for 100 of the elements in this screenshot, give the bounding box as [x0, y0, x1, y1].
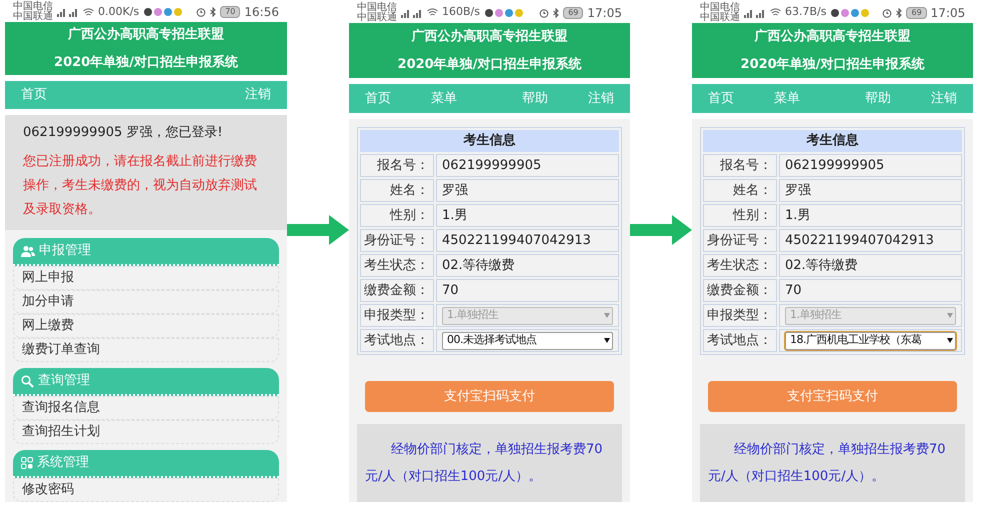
carrier-name: 中国联通 [357, 12, 397, 23]
search-icon [21, 374, 34, 388]
network-speed: 63.7B/s [785, 4, 826, 20]
login-status: 062199999905 罗强，您已登录! [23, 124, 224, 142]
caret-icon [947, 313, 953, 318]
menu-item[interactable]: 网上缴费 [13, 314, 279, 338]
nav-link[interactable]: 首页 [708, 88, 734, 108]
field-label: 考生状态： [360, 254, 434, 277]
signal-icon [744, 8, 766, 18]
alarm-icon [882, 8, 892, 18]
carrier-name: 中国电信 [700, 2, 740, 13]
header-title: 广西公办高职高专招生联盟 [412, 28, 568, 46]
menu-item[interactable]: 缴费订单查询 [13, 338, 279, 362]
nav-link[interactable]: 首页 [21, 84, 47, 104]
right-arrow-icon [630, 215, 692, 245]
header-subtitle: 2020年单独/对口招生申报系统 [398, 56, 582, 74]
carrier-name: 中国联通 [13, 12, 53, 22]
menu-group-header[interactable]: 查询管理 [13, 368, 279, 396]
field-label: 性别： [360, 204, 434, 227]
field-label: 姓名： [360, 179, 434, 202]
table-title: 考生信息 [703, 130, 962, 152]
field-value: 02.等待缴费 [436, 254, 619, 277]
battery-level: 70 [220, 6, 240, 18]
signal-icon [57, 7, 79, 18]
field-value: 罗强 [436, 179, 619, 202]
clock-time: 17:05 [930, 4, 966, 22]
clock-time: 16:56 [244, 4, 279, 22]
header-subtitle: 2020年单独/对口招生申报系统 [54, 54, 238, 72]
menu-group-header[interactable]: 系统管理 [13, 450, 279, 478]
nav-link[interactable]: 帮助 [865, 88, 891, 108]
nav-link[interactable]: 菜单 [774, 88, 800, 108]
nav-link[interactable]: 菜单 [431, 88, 457, 108]
menu-item[interactable]: 修改密码 [13, 478, 279, 502]
field-label: 申报类型： [360, 304, 434, 327]
dropdown-select[interactable]: 00.未选择考试地点 [442, 332, 613, 350]
network-speed: 160B/s [442, 4, 480, 20]
alipay-pay-button[interactable]: 支付宝扫码支付 [365, 381, 614, 412]
field-label: 姓名： [703, 179, 777, 202]
signal-icon [401, 8, 423, 18]
field-label: 申报类型： [703, 304, 777, 327]
field-label: 考试地点： [703, 329, 777, 352]
fee-note: 经物价部门核定，单独招生报考费70元/人（对口招生100元/人）。 [700, 424, 965, 502]
table-title: 考生信息 [360, 130, 619, 152]
menu-group-title: 系统管理 [37, 454, 89, 472]
field-value: 450221199407042913 [436, 229, 619, 252]
menu-item[interactable]: 加分申请 [13, 290, 279, 314]
field-label: 身份证号： [703, 229, 777, 252]
fee-note: 经物价部门核定，单独招生报考费70元/人（对口招生100元/人）。 [357, 424, 622, 502]
menu-group-header[interactable]: 申报管理 [13, 238, 279, 266]
field-value: 450221199407042913 [779, 229, 962, 252]
dropdown-select[interactable]: 18.广西机电工业学校（东葛 [785, 332, 956, 350]
battery-level: 69 [563, 6, 584, 19]
field-label: 缴费金额： [703, 279, 777, 302]
field-value: 70 [436, 279, 619, 302]
header-subtitle: 2020年单独/对口招生申报系统 [740, 56, 924, 74]
right-arrow-icon [287, 215, 349, 245]
wifi-icon [770, 8, 781, 18]
field-value: 罗强 [779, 179, 962, 202]
carrier-name: 中国电信 [357, 2, 397, 13]
field-value: 062199999905 [779, 154, 962, 177]
nav-link[interactable]: 注销 [588, 88, 614, 108]
caret-icon [604, 338, 610, 343]
wifi-icon [83, 8, 94, 17]
payment-notice: 您已注册成功，请在报名截止前进行缴费操作，考生未缴费的，视为自动放弃测试及录取资格。 [23, 153, 258, 219]
menu-group-title: 查询管理 [38, 372, 90, 390]
field-label: 考生状态： [703, 254, 777, 277]
alipay-pay-button[interactable]: 支付宝扫码支付 [708, 381, 957, 412]
field-label: 缴费金额： [360, 279, 434, 302]
field-label: 报名号： [703, 154, 777, 177]
field-label: 身份证号： [360, 229, 434, 252]
field-label: 考试地点： [360, 329, 434, 352]
field-value: 02.等待缴费 [779, 254, 962, 277]
nav-link[interactable]: 帮助 [522, 88, 548, 108]
menu-item[interactable]: 网上申报 [13, 266, 279, 290]
field-label: 性别： [703, 204, 777, 227]
field-value: 062199999905 [436, 154, 619, 177]
nav-link[interactable]: 首页 [365, 88, 391, 108]
clock-time: 17:05 [587, 4, 622, 22]
header-title: 广西公办高职高专招生联盟 [754, 28, 910, 46]
menu-item[interactable]: 查询招生计划 [13, 420, 279, 444]
nav-link[interactable]: 注销 [931, 88, 957, 108]
field-value: 70 [779, 279, 962, 302]
network-speed: 0.00K/s [98, 4, 140, 20]
battery-level: 69 [906, 6, 927, 19]
menu-item[interactable]: 查询报名信息 [13, 396, 279, 420]
bluetooth-icon [210, 7, 216, 18]
menu-group-title: 申报管理 [39, 242, 91, 260]
grid-icon [21, 457, 33, 469]
caret-icon [604, 313, 610, 318]
alarm-icon [196, 7, 206, 18]
users-icon [21, 245, 35, 257]
field-value: 1.男 [779, 204, 962, 227]
field-value: 1.男 [436, 204, 619, 227]
nav-link[interactable]: 注销 [245, 84, 271, 104]
carrier-name: 中国联通 [700, 12, 740, 23]
bluetooth-icon [896, 8, 902, 18]
caret-icon [947, 338, 953, 343]
wifi-icon [427, 8, 438, 18]
header-title: 广西公办高职高专招生联盟 [68, 26, 224, 44]
field-label: 报名号： [360, 154, 434, 177]
